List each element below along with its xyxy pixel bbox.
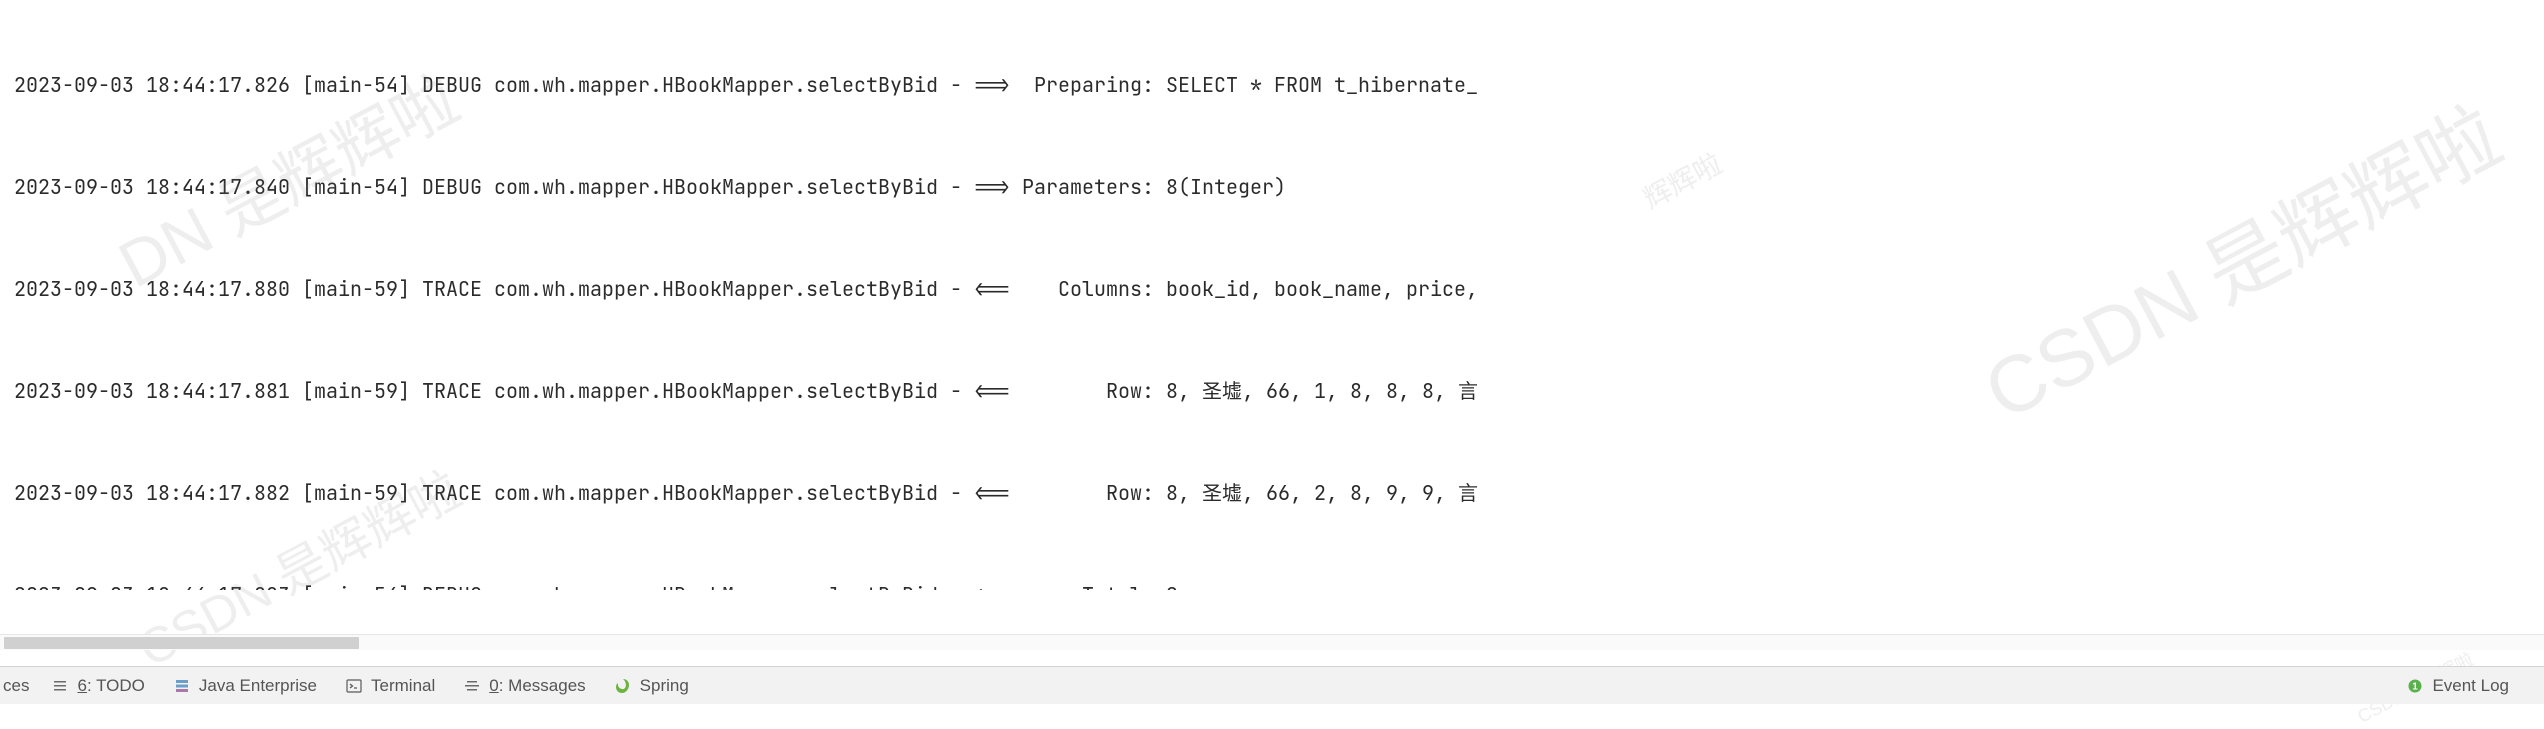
- java-enterprise-icon: [173, 677, 191, 695]
- terminal-icon: [345, 677, 363, 695]
- tool-label: 0: Messages: [489, 676, 585, 696]
- log-line: 2023-09-03 18:44:17.880 [main-59] TRACE …: [14, 272, 2544, 306]
- tool-label: Spring: [640, 676, 689, 696]
- spring-icon: [614, 677, 632, 695]
- tool-label: Event Log: [2432, 676, 2509, 696]
- spring-tool-button[interactable]: Spring: [600, 667, 703, 704]
- java-enterprise-tool-button[interactable]: Java Enterprise: [159, 667, 331, 704]
- horizontal-scrollbar-track[interactable]: [0, 634, 2544, 650]
- bottom-toolbar: ces 6: TODO Java Enterprise Terminal 0: …: [0, 666, 2544, 704]
- todo-icon: [51, 677, 69, 695]
- log-line: 2023-09-03 18:44:17.882 [main-59] TRACE …: [14, 476, 2544, 510]
- terminal-tool-button[interactable]: Terminal: [331, 667, 449, 704]
- console-output[interactable]: 2023-09-03 18:44:17.826 [main-54] DEBUG …: [0, 0, 2544, 590]
- messages-icon: [463, 677, 481, 695]
- todo-tool-button[interactable]: 6: TODO: [37, 667, 158, 704]
- horizontal-scrollbar-thumb[interactable]: [4, 637, 359, 649]
- event-log-icon: 1: [2406, 677, 2424, 695]
- tool-label: 6: TODO: [77, 676, 144, 696]
- tool-label: Java Enterprise: [199, 676, 317, 696]
- log-line: 2023-09-03 18:44:17.826 [main-54] DEBUG …: [14, 68, 2544, 102]
- log-line: 2023-09-03 18:44:17.840 [main-54] DEBUG …: [14, 170, 2544, 204]
- tool-label: Terminal: [371, 676, 435, 696]
- messages-tool-button[interactable]: 0: Messages: [449, 667, 599, 704]
- log-line: 2023-09-03 18:44:17.881 [main-59] TRACE …: [14, 374, 2544, 408]
- event-log-button[interactable]: 1 Event Log: [2392, 667, 2544, 704]
- log-line: 2023-09-03 18:44:17.883 [main-54] DEBUG …: [14, 578, 2544, 590]
- left-edge-label: ces: [0, 676, 37, 696]
- svg-text:1: 1: [2413, 681, 2419, 692]
